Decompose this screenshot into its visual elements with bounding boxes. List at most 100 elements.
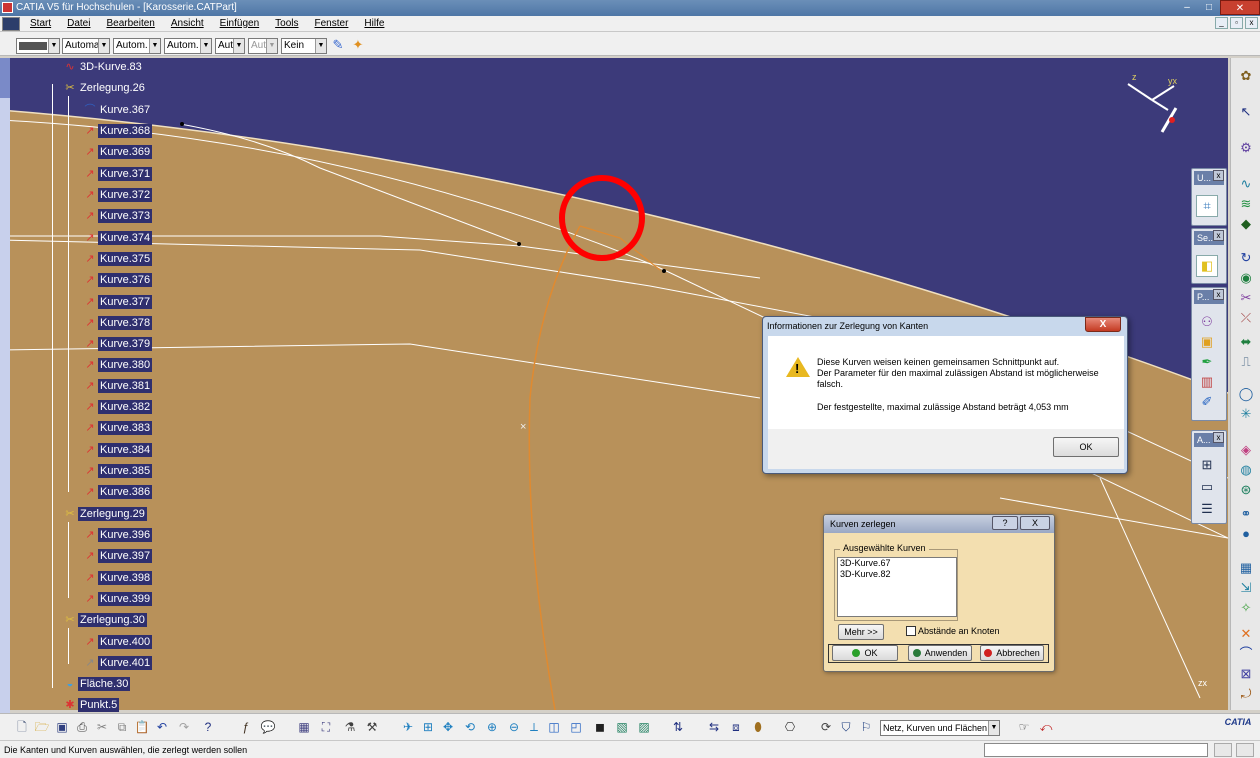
doc-close-button[interactable]: x: [1245, 17, 1258, 29]
close-icon[interactable]: x: [1213, 432, 1224, 443]
transform-icon[interactable]: ◯: [1235, 384, 1257, 404]
table-icon[interactable]: ▦: [296, 719, 312, 735]
draft-analysis-icon[interactable]: ◍: [1235, 460, 1257, 480]
menu-ansicht[interactable]: Ansicht: [163, 16, 212, 32]
doc-restore-button[interactable]: ▫: [1230, 17, 1243, 29]
list-item[interactable]: 3D-Kurve.82: [838, 569, 956, 580]
normal-view-icon[interactable]: ⟂: [526, 719, 542, 735]
sphere-icon[interactable]: ●: [1235, 524, 1257, 544]
copy-icon[interactable]: ⧉: [114, 719, 130, 735]
blend-icon[interactable]: ↻: [1235, 248, 1257, 268]
tree-item[interactable]: ✂ Zerlegung.29: [62, 506, 147, 522]
rotate-view-icon[interactable]: ⟲: [462, 719, 478, 735]
sweep-icon[interactable]: ⤾: [1235, 684, 1257, 704]
dialog-close-button[interactable]: X: [1085, 317, 1121, 332]
measure-inertia-icon[interactable]: ⬮: [750, 719, 766, 735]
redo-icon[interactable]: ↷: [176, 719, 192, 735]
pick-icon[interactable]: ☞: [1016, 719, 1032, 735]
cancel-button[interactable]: Abbrechen: [980, 645, 1044, 661]
network-icon[interactable]: ⊞: [1196, 455, 1218, 475]
tree-item[interactable]: ↗ Kurve.376: [82, 272, 153, 288]
format-painter-icon[interactable]: ✎: [330, 37, 346, 53]
tree-item[interactable]: ↗ Kurve.375: [82, 251, 153, 267]
workbench-icon[interactable]: ⌗: [1196, 195, 1218, 217]
tree-item[interactable]: ✱ Punkt.5: [62, 697, 120, 713]
pan-icon[interactable]: ✥: [440, 719, 456, 735]
thickness-combo[interactable]: Autom. ▼: [113, 38, 161, 54]
tree-item[interactable]: ∿ 3D-Kurve.83: [62, 59, 144, 75]
menu-bearbeiten[interactable]: Bearbeiten: [98, 16, 162, 32]
maximize-button[interactable]: □: [1198, 0, 1220, 15]
fly-mode-icon[interactable]: ✈: [400, 719, 416, 735]
hierarchy-icon[interactable]: ⛶: [318, 719, 334, 735]
note-icon[interactable]: ☰: [1196, 499, 1218, 519]
ok-button[interactable]: OK: [1053, 437, 1119, 457]
annotation-icon[interactable]: ▭: [1196, 477, 1218, 497]
extrude-icon[interactable]: ⬌: [1235, 332, 1257, 352]
menu-fenster[interactable]: Fenster: [307, 16, 357, 32]
open-folder-icon[interactable]: 🗁: [34, 719, 50, 735]
dialog-close-button[interactable]: X: [1020, 516, 1050, 530]
sketch-icon[interactable]: ⚙: [1235, 138, 1257, 158]
hatch-icon[interactable]: ⊠: [1235, 664, 1257, 684]
spline-icon[interactable]: ≋: [1235, 194, 1257, 214]
sketch-pen-icon[interactable]: ✒: [1196, 352, 1218, 372]
menu-hilfe[interactable]: Hilfe: [356, 16, 392, 32]
selection-filter-combo[interactable]: Netz, Kurven und Flächen ▼: [880, 720, 1000, 736]
tree-item[interactable]: ◒ Fläche.30: [62, 676, 131, 692]
filter-tree-icon[interactable]: ⛉: [838, 719, 854, 735]
whats-this-icon[interactable]: ?: [200, 719, 216, 735]
tree-item[interactable]: ↗ Kurve.384: [82, 442, 153, 458]
select-arrow-icon[interactable]: ↖: [1235, 102, 1257, 122]
measure-icon[interactable]: ⇲: [1235, 578, 1257, 598]
join-icon[interactable]: ⎍: [1235, 352, 1257, 372]
linestyle-combo[interactable]: Autom. ▼: [164, 38, 212, 54]
tree-item[interactable]: ↗ Kurve.401: [82, 655, 153, 671]
close-icon[interactable]: x: [1213, 230, 1224, 241]
tree-item[interactable]: ↗ Kurve.369: [82, 144, 153, 160]
refresh-icon[interactable]: ⟳: [818, 719, 834, 735]
hide-show-icon[interactable]: ▧: [614, 719, 630, 735]
close-icon[interactable]: x: [1213, 289, 1224, 300]
tools-icon[interactable]: ⚒: [364, 719, 380, 735]
tree-item[interactable]: ↗ Kurve.381: [82, 378, 153, 394]
menu-einfuegen[interactable]: Einfügen: [212, 16, 267, 32]
measure-item-icon[interactable]: ⧈: [728, 719, 744, 735]
tree-item[interactable]: ↗ Kurve.374: [82, 230, 153, 246]
part-icon[interactable]: ⚇: [1196, 312, 1218, 332]
cut-icon[interactable]: ✂: [94, 719, 110, 735]
menu-datei[interactable]: Datei: [59, 16, 98, 32]
menu-tools[interactable]: Tools: [267, 16, 306, 32]
paste-icon[interactable]: 📋: [134, 719, 150, 735]
tree-item[interactable]: ✂ Zerlegung.30: [62, 612, 147, 628]
spring-icon[interactable]: ✐: [1196, 392, 1218, 412]
tree-item[interactable]: ↗ Kurve.373: [82, 208, 153, 224]
fit-all-icon[interactable]: ⊞: [420, 719, 436, 735]
formula-icon[interactable]: ƒ: [238, 719, 254, 735]
analysis-icon[interactable]: ◈: [1235, 440, 1257, 460]
zoom-in-icon[interactable]: ⊕: [484, 719, 500, 735]
graphic-properties-icon[interactable]: ✦: [350, 37, 366, 53]
curvature-icon[interactable]: ⊛: [1235, 480, 1257, 500]
undo-select-icon[interactable]: ⤺: [1038, 719, 1054, 735]
bookmark-icon[interactable]: ◧: [1196, 255, 1218, 277]
tree-item[interactable]: ↗ Kurve.383: [82, 420, 153, 436]
tree-item[interactable]: ↗ Kurve.379: [82, 336, 153, 352]
tree-item[interactable]: ↗ Kurve.386: [82, 484, 153, 500]
new-file-icon[interactable]: 🗋: [14, 719, 30, 735]
status-button-1[interactable]: [1214, 743, 1232, 757]
cross-icon[interactable]: ✕: [1235, 624, 1257, 644]
offset-icon[interactable]: ◉: [1235, 268, 1257, 288]
point-symbol-combo[interactable]: Aut ▼: [215, 38, 245, 54]
catalog-icon[interactable]: ⚗: [342, 719, 358, 735]
wireframe-icon[interactable]: ✿: [1235, 66, 1257, 86]
tree-item[interactable]: ↗ Kurve.399: [82, 591, 153, 607]
comment-icon[interactable]: 💬: [260, 719, 276, 735]
measure-between-icon[interactable]: ⇆: [706, 719, 722, 735]
curve-tool-icon[interactable]: ∿: [1235, 174, 1257, 194]
layer-combo[interactable]: Kein ▼: [281, 38, 327, 54]
selection-filter-icon[interactable]: ⚐: [858, 719, 874, 735]
save-icon[interactable]: ▣: [54, 719, 70, 735]
arc-icon[interactable]: ⌒: [1235, 644, 1257, 664]
tree-item[interactable]: ↗ Kurve.382: [82, 399, 153, 415]
